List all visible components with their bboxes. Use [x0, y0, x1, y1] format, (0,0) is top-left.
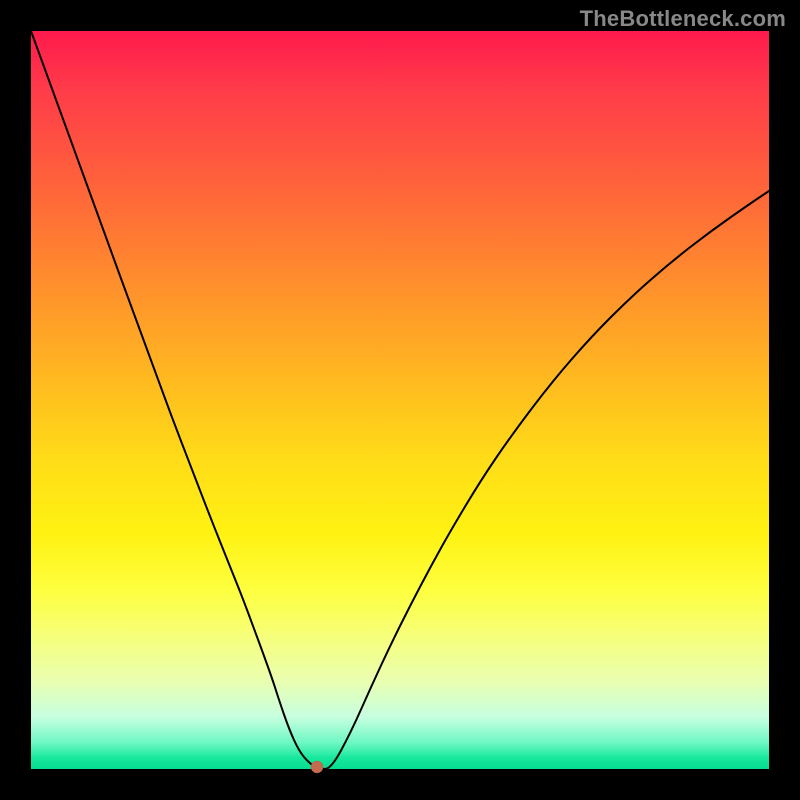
bottleneck-curve [31, 31, 769, 769]
min-point-marker [311, 761, 323, 773]
plot-area [31, 31, 769, 769]
curve-svg [31, 31, 769, 769]
chart-frame: TheBottleneck.com [0, 0, 800, 800]
watermark-text: TheBottleneck.com [580, 6, 786, 32]
